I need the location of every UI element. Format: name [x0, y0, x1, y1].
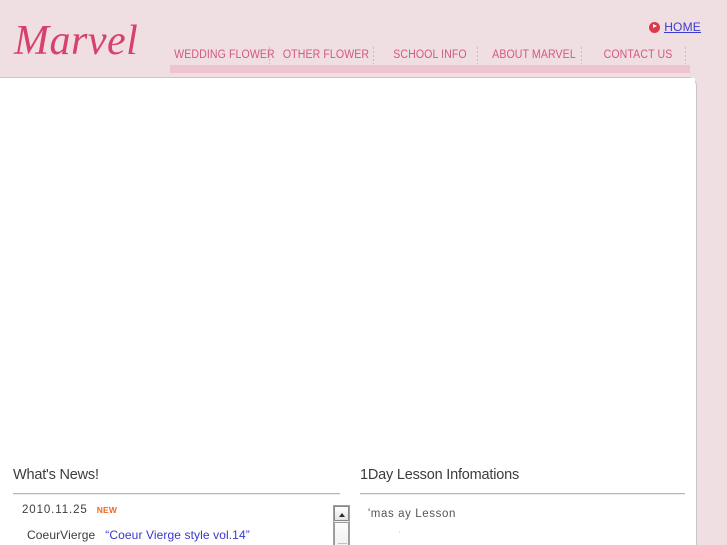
lesson-heading: 1Day Lesson Infomations — [360, 467, 520, 483]
news-body-row: CoeurVierge “Coeur Vierge style vol.14” — [13, 528, 323, 542]
main-navigation: WEDDING FLOWER OTHER FLOWER SCHOOL INFO … — [170, 46, 690, 77]
news-entry-link[interactable]: “Coeur Vierge style vol.14” — [105, 528, 250, 542]
news-list: 2010.11.25 NEW CoeurVierge “Coeur Vierge… — [13, 504, 323, 545]
right-gutter — [698, 77, 727, 545]
scrollbar-thumb[interactable] — [334, 522, 349, 545]
lesson-column: 1Day Lesson Infomations 'mas ay Lesson . — [350, 456, 695, 545]
bottom-columns: What's News! 2010.11.25 NEW CoeurVierge … — [0, 456, 695, 545]
site-header: Marvel HOME WEDDING FLOWER OTHER FLOWER … — [0, 0, 727, 77]
scrollbar-up-button[interactable] — [334, 506, 349, 521]
nav-item-school-info[interactable]: SCHOOL INFO — [382, 46, 478, 65]
page-root: Marvel HOME WEDDING FLOWER OTHER FLOWER … — [0, 0, 727, 545]
lesson-heading-rule — [360, 492, 685, 495]
news-heading: What's News! — [13, 467, 99, 483]
news-heading-rule — [13, 492, 340, 495]
nav-item-about-marvel[interactable]: ABOUT MARVEL — [486, 46, 582, 65]
nav-item-other-flower[interactable]: OTHER FLOWER — [278, 46, 374, 65]
lesson-list: 'mas ay Lesson . — [360, 506, 685, 538]
triangle-up-icon — [339, 513, 345, 517]
nav-underline-bar — [170, 65, 690, 73]
nav-item-contact-us[interactable]: CONTACT US — [590, 46, 686, 65]
home-link-label: HOME — [664, 20, 701, 34]
content-panel: What's News! 2010.11.25 NEW CoeurVierge … — [0, 77, 697, 545]
news-list-item[interactable]: 2010.11.25 NEW CoeurVierge “Coeur Vierge… — [13, 504, 323, 542]
play-circle-icon — [649, 21, 661, 33]
news-brand: CoeurVierge — [27, 527, 96, 542]
hero-image-area — [0, 78, 695, 455]
news-date: 2010.11.25 — [22, 503, 88, 516]
news-scrollbar[interactable] — [333, 505, 350, 545]
news-date-row: 2010.11.25 NEW — [13, 504, 323, 516]
lesson-list-item-partial: . — [398, 523, 402, 536]
site-logo[interactable]: Marvel — [14, 20, 138, 62]
news-new-badge: NEW — [96, 504, 118, 515]
nav-item-wedding-flower[interactable]: WEDDING FLOWER — [174, 46, 275, 65]
home-link[interactable]: HOME — [649, 20, 701, 34]
news-column: What's News! 2010.11.25 NEW CoeurVierge … — [0, 456, 350, 545]
nav-item-list: WEDDING FLOWER OTHER FLOWER SCHOOL INFO … — [170, 46, 690, 65]
lesson-list-item[interactable]: 'mas ay Lesson — [368, 506, 685, 522]
